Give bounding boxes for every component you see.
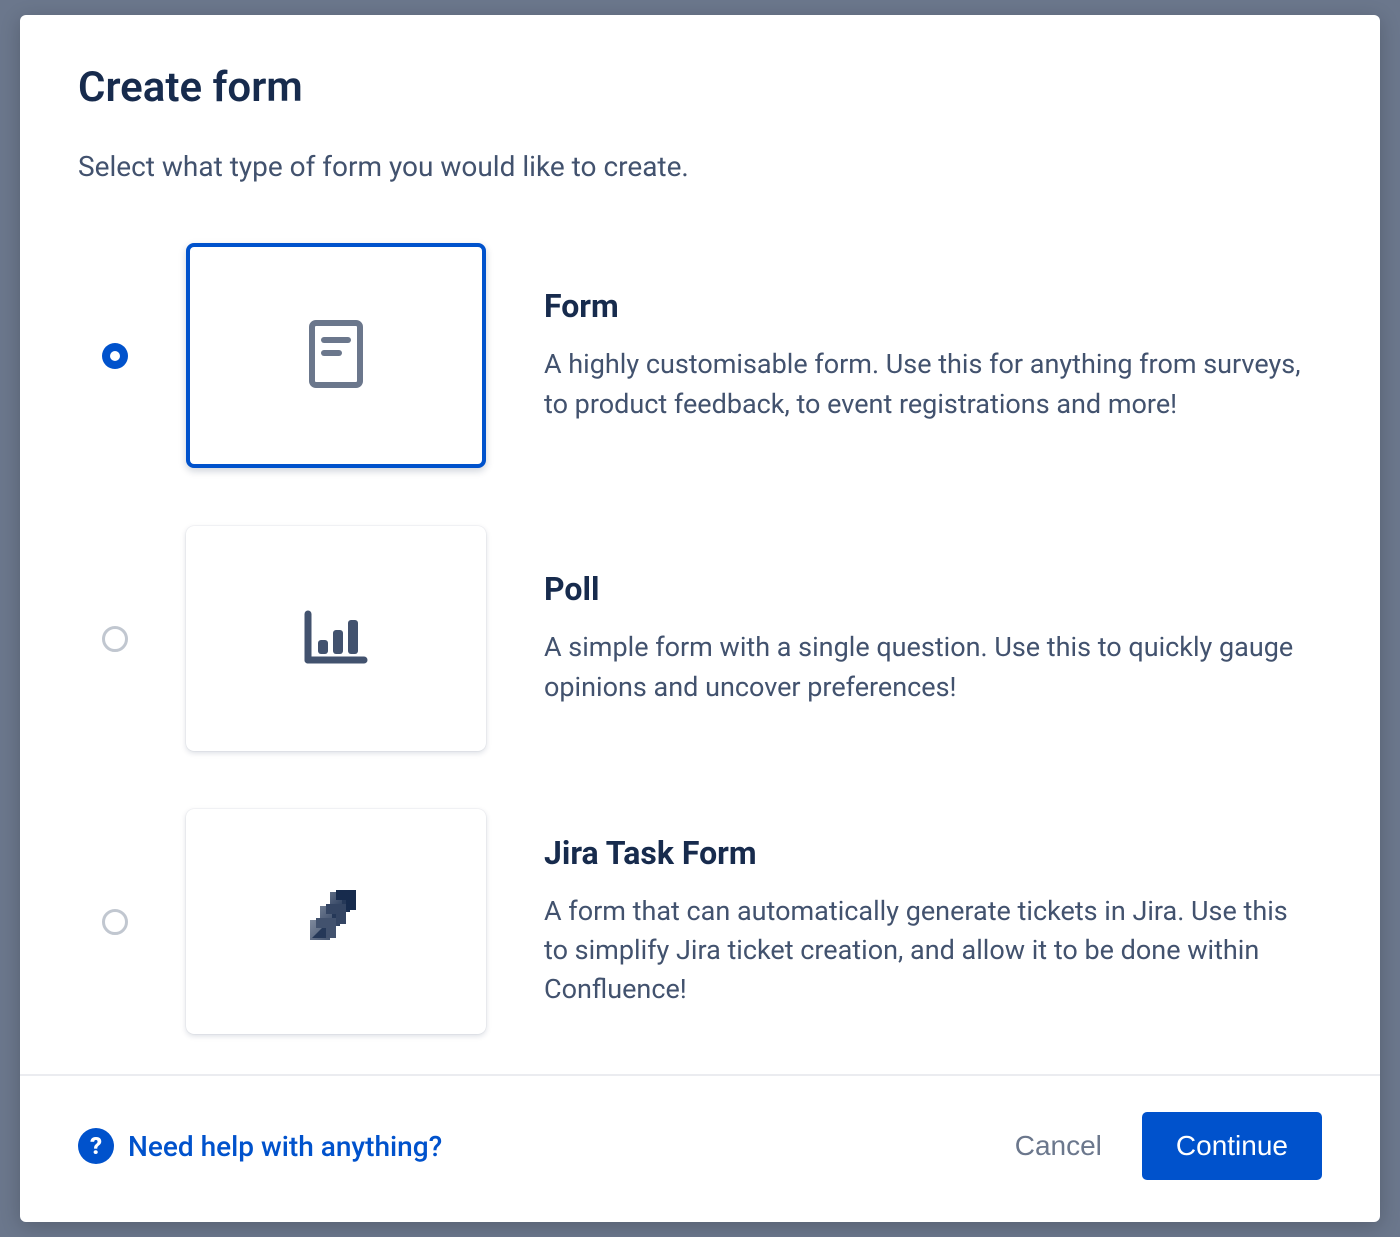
- option-form-desc: A highly customisable form. Use this for…: [544, 345, 1302, 423]
- form-icon: [309, 320, 363, 392]
- option-jira-desc: A form that can automatically generate t…: [544, 892, 1302, 1009]
- create-form-modal: Create form Select what type of form you…: [20, 15, 1380, 1222]
- cancel-button[interactable]: Cancel: [1015, 1130, 1102, 1162]
- modal-title: Create form: [78, 63, 1322, 112]
- modal-subtitle: Select what type of form you would like …: [78, 150, 1322, 183]
- card-form[interactable]: [186, 243, 486, 468]
- option-jira-title: Jira Task Form: [544, 834, 1302, 872]
- option-poll[interactable]: Poll A simple form with a single questio…: [102, 526, 1322, 751]
- modal-footer: ? Need help with anything? Cancel Contin…: [20, 1074, 1380, 1228]
- option-form-title: Form: [544, 287, 1302, 325]
- help-link-label: Need help with anything?: [128, 1130, 442, 1163]
- option-poll-desc: A simple form with a single question. Us…: [544, 628, 1302, 706]
- help-icon: ?: [78, 1128, 114, 1164]
- jira-icon: [300, 884, 372, 960]
- option-jira[interactable]: Jira Task Form A form that can automatic…: [102, 809, 1322, 1034]
- radio-poll[interactable]: [102, 626, 128, 652]
- option-jira-text: Jira Task Form A form that can automatic…: [544, 834, 1322, 1009]
- card-jira[interactable]: [186, 809, 486, 1034]
- modal-body: Create form Select what type of form you…: [20, 15, 1380, 1074]
- radio-form[interactable]: [102, 343, 128, 369]
- radio-jira[interactable]: [102, 909, 128, 935]
- footer-actions: Cancel Continue: [1015, 1112, 1322, 1180]
- form-type-options: Form A highly customisable form. Use thi…: [78, 243, 1322, 1034]
- option-poll-text: Poll A simple form with a single questio…: [544, 570, 1322, 706]
- help-link[interactable]: ? Need help with anything?: [78, 1128, 442, 1164]
- continue-button[interactable]: Continue: [1142, 1112, 1322, 1180]
- poll-icon: [304, 610, 368, 668]
- card-poll[interactable]: [186, 526, 486, 751]
- option-form-text: Form A highly customisable form. Use thi…: [544, 287, 1322, 423]
- option-form[interactable]: Form A highly customisable form. Use thi…: [102, 243, 1322, 468]
- option-poll-title: Poll: [544, 570, 1302, 608]
